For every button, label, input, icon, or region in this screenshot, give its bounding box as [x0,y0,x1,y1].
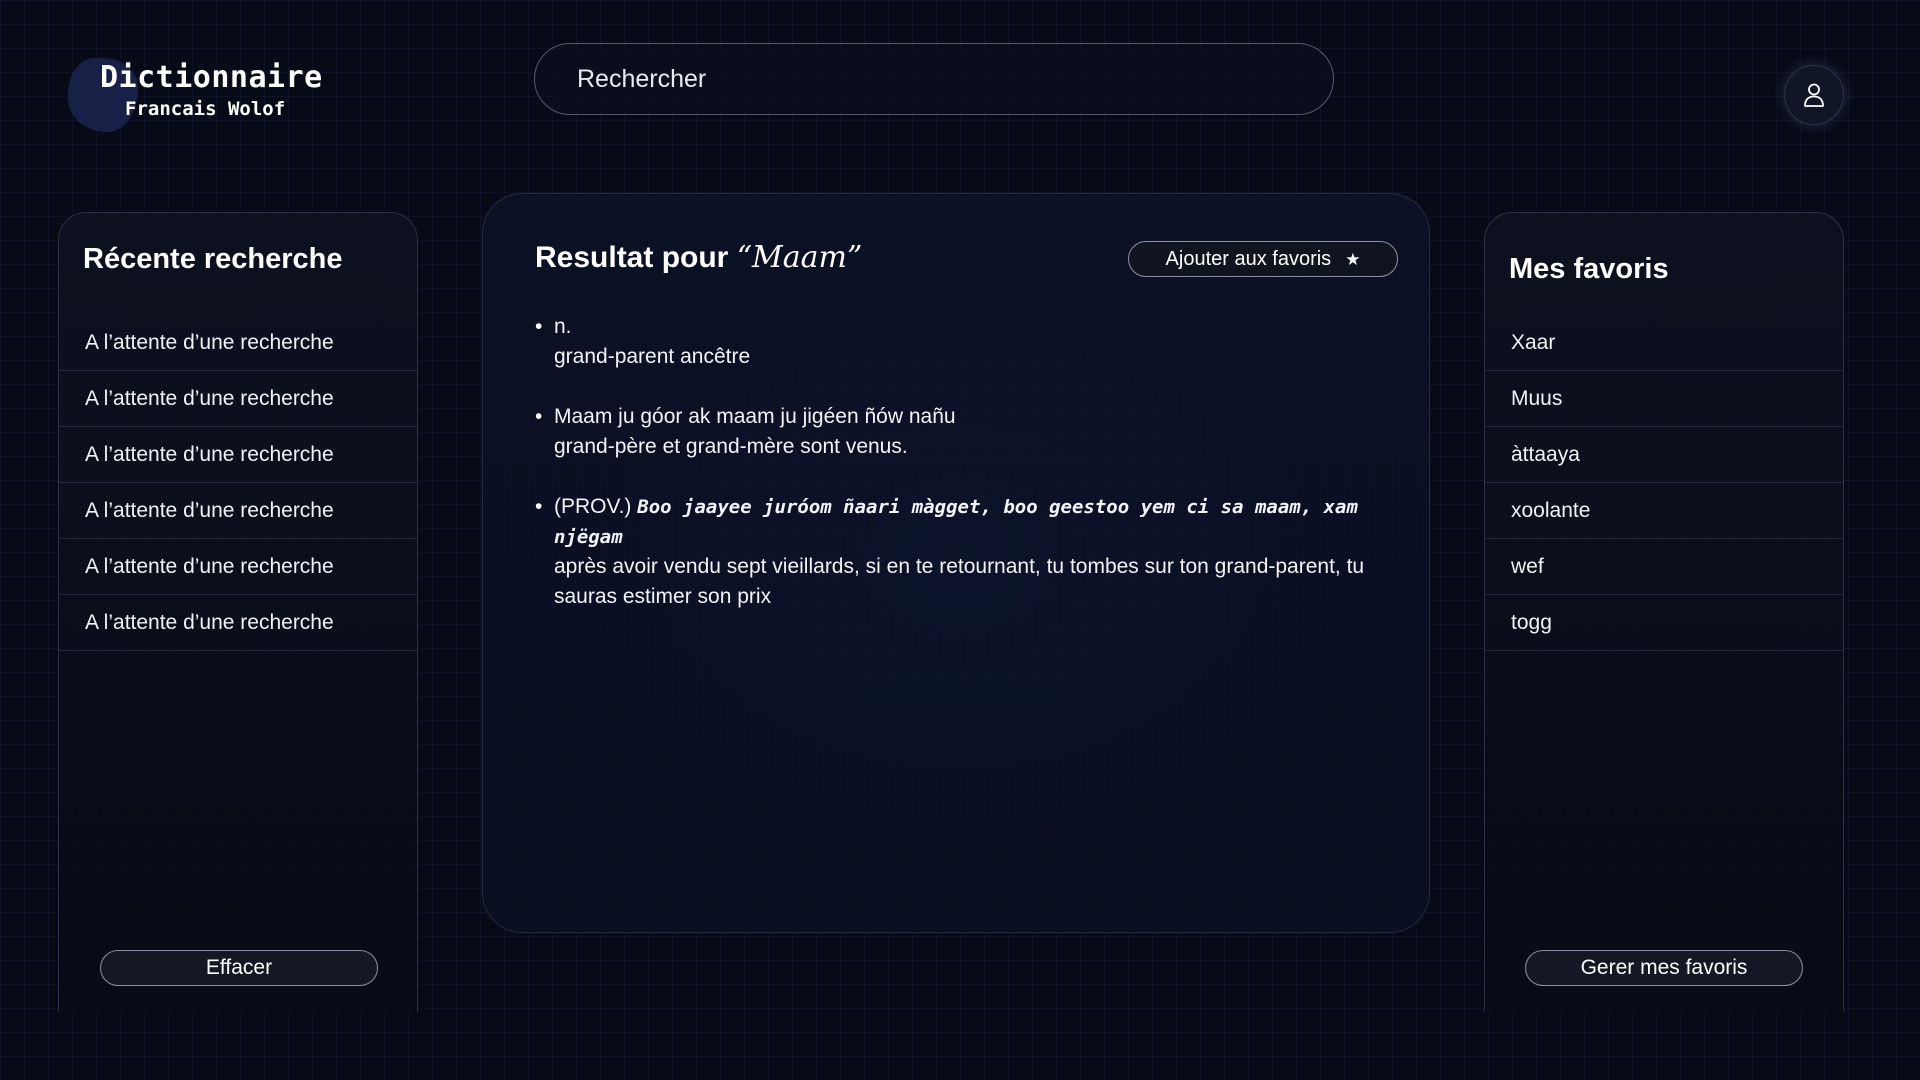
proverb-text: Boo jaayee juróom ñaari màgget, boo gees… [554,496,1358,548]
search-bar[interactable] [534,43,1334,115]
clear-history-button[interactable]: Effacer [100,950,378,986]
add-to-favorites-label: Ajouter aux favoris [1165,247,1332,270]
favorite-item[interactable]: àttaaya [1485,427,1843,483]
definition-item: n. grand-parent ancêtre [535,312,1415,372]
result-term: “Maam” [736,240,863,275]
definition-item: (PROV.) Boo jaayee juróom ñaari màgget, … [535,492,1415,612]
recent-search-item[interactable]: A l’attente d’une recherche [59,315,417,371]
recent-searches-title: Récente recherche [83,243,343,275]
favorite-item[interactable]: Muus [1485,371,1843,427]
app-logo[interactable]: Dictionnaire Francais Wolof [64,56,344,136]
definition-source: n. [554,315,572,338]
logo-title: Dictionnaire [100,60,323,95]
definition-prefix: (PROV.) [554,495,632,518]
result-panel: Resultat pour “Maam” Ajouter aux favoris… [482,193,1430,933]
manage-favorites-button[interactable]: Gerer mes favoris [1525,950,1803,986]
favorites-list: Xaar Muus àttaaya xoolante wef togg [1485,315,1843,651]
definition-translation: après avoir vendu sept vieillards, si en… [554,555,1365,608]
favorite-item[interactable]: wef [1485,539,1843,595]
recent-search-item[interactable]: A l’attente d’une recherche [59,539,417,595]
definition-proverb: (PROV.) Boo jaayee juróom ñaari màgget, … [554,492,1415,552]
definition-translation: grand-parent ancêtre [554,345,751,368]
recent-searches-list: A l’attente d’une recherche A l’attente … [59,315,417,651]
favorite-item[interactable]: Xaar [1485,315,1843,371]
definition-item: Maam ju góor ak maam ju jigéen ñów nañu … [535,402,1415,462]
recent-searches-panel: Récente recherche A l’attente d’une rech… [58,212,418,1012]
recent-search-item[interactable]: A l’attente d’une recherche [59,483,417,539]
star-icon: ★ [1345,249,1361,269]
user-account-button[interactable] [1784,65,1844,125]
recent-search-item[interactable]: A l’attente d’une recherche [59,427,417,483]
recent-search-item[interactable]: A l’attente d’une recherche [59,595,417,651]
definition-source: Maam ju góor ak maam ju jigéen ñów nañu [554,405,956,428]
favorites-panel: Mes favoris Xaar Muus àttaaya xoolante w… [1484,212,1844,1012]
search-input[interactable] [575,63,1293,95]
favorite-item[interactable]: xoolante [1485,483,1843,539]
favorites-title: Mes favoris [1509,253,1669,285]
result-title-prefix: Resultat pour [535,241,737,274]
definition-translation: grand-père et grand-mère sont venus. [554,435,908,458]
favorite-item[interactable]: togg [1485,595,1843,651]
logo-subtitle: Francais Wolof [125,98,286,120]
add-to-favorites-button[interactable]: Ajouter aux favoris ★ [1128,241,1398,277]
recent-search-item[interactable]: A l’attente d’une recherche [59,371,417,427]
user-icon [1804,83,1824,107]
definitions-list: n. grand-parent ancêtre Maam ju góor ak … [535,312,1415,642]
result-title: Resultat pour “Maam” [535,240,862,275]
